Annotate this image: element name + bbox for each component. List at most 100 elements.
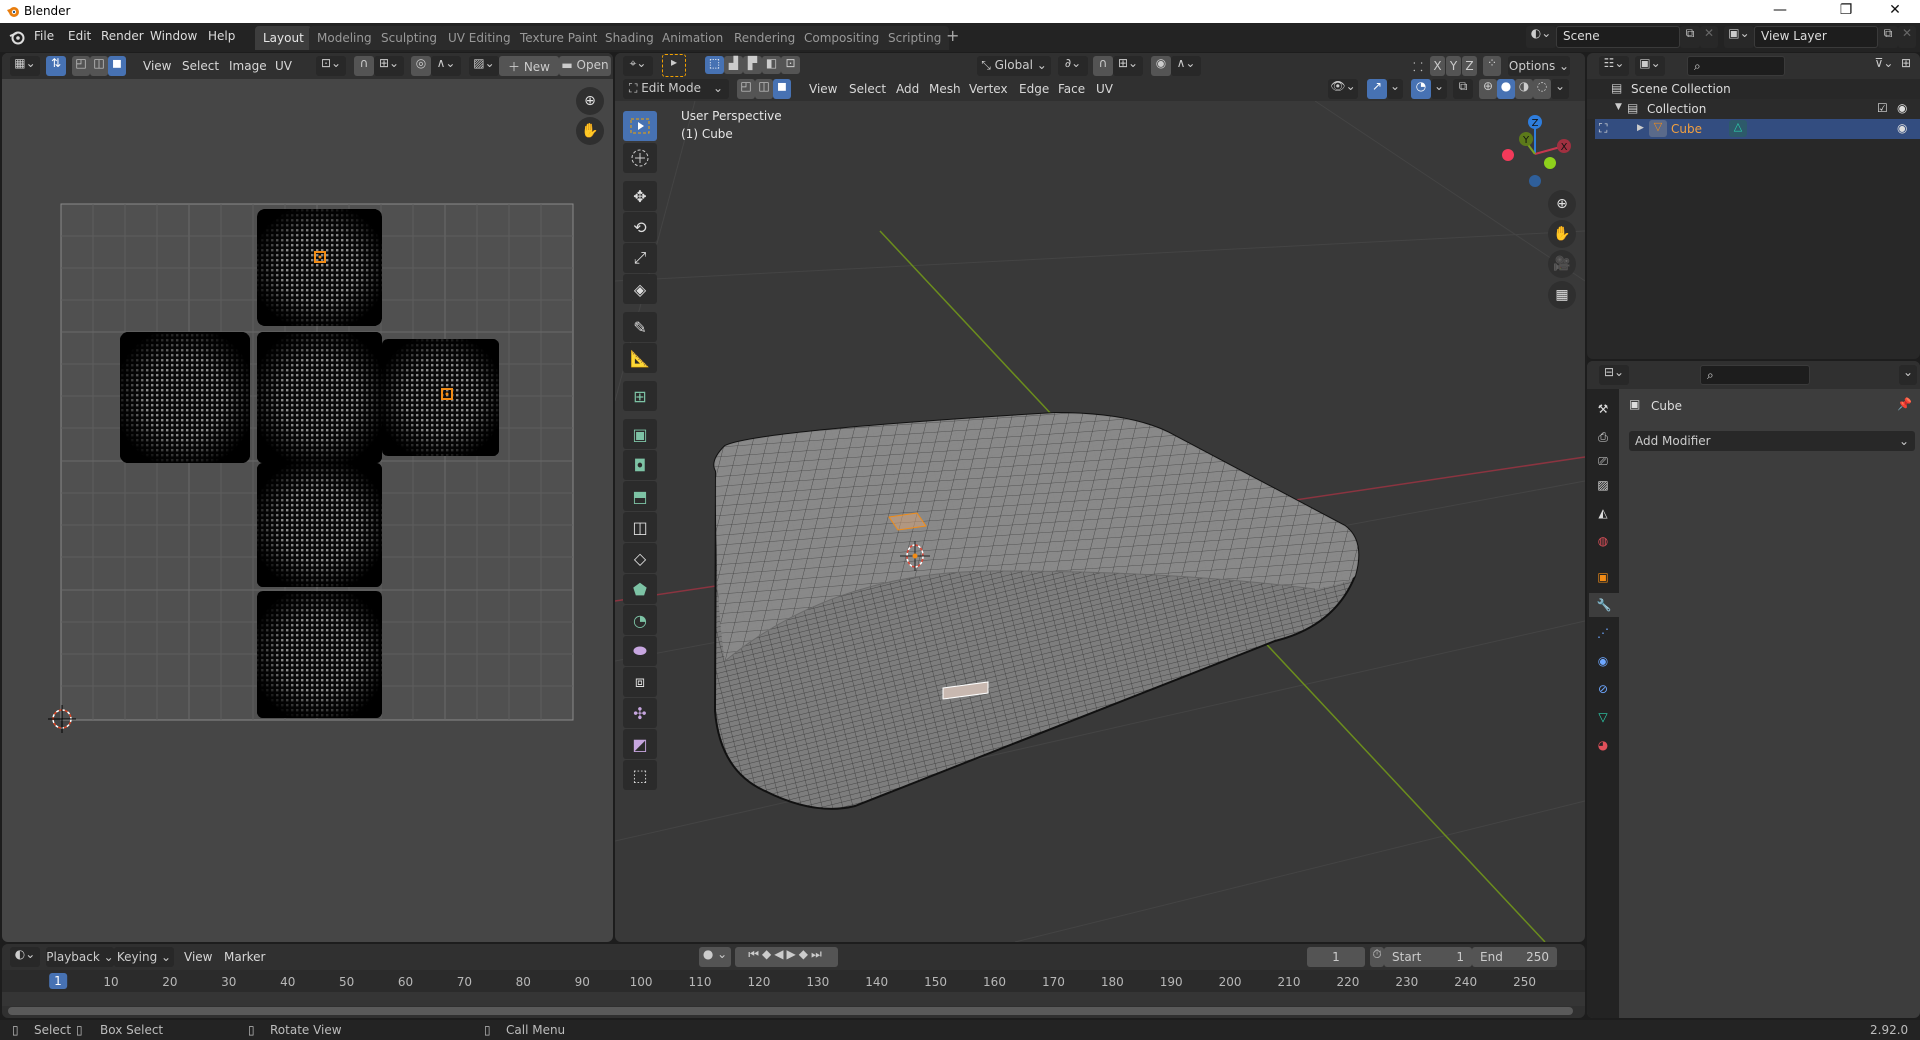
tool-extrude[interactable]: ▣ [623, 419, 657, 449]
shading-dropdown[interactable]: ⌄ [1551, 79, 1569, 99]
shading-solid[interactable]: ● [1497, 79, 1515, 99]
menu-edit[interactable]: Edit [68, 29, 91, 43]
new-collection-button[interactable]: ⊞ [1897, 56, 1915, 76]
cube-mesh[interactable] [713, 411, 1360, 810]
tool-knife[interactable]: ◇ [623, 543, 657, 573]
tab-tool[interactable]: ⚒ [1591, 397, 1615, 421]
tab-rendering[interactable]: Rendering [726, 26, 804, 50]
shading-material[interactable]: ◑ [1515, 79, 1533, 99]
gizmo-toggle[interactable]: ↗ [1367, 79, 1387, 99]
timeline-ruler[interactable]: 1 10 20 30 40 50 60 70 80 90 100 110 120 130 140 150 160… [2, 970, 1585, 992]
tool-measure[interactable]: 📐 [623, 343, 657, 373]
new-view-layer-button[interactable]: ⧉ [1878, 26, 1898, 48]
play-icon[interactable]: ▶ [787, 947, 799, 961]
pan-view-button[interactable]: ✋ [576, 117, 604, 145]
shading-wireframe[interactable]: ⊕ [1479, 79, 1497, 99]
next-keyframe-icon[interactable]: ◆ [799, 947, 811, 961]
tab-output[interactable]: ⎚ [1591, 449, 1615, 473]
proportional-falloff-button[interactable]: ∧⌄ [1171, 56, 1201, 76]
vertex-select-mode[interactable]: ◰ [737, 79, 755, 99]
tab-scene[interactable]: ◭ [1591, 501, 1615, 525]
camera-view-button[interactable]: 🎥 [1548, 250, 1576, 278]
tab-modeling[interactable]: Modeling [309, 26, 380, 50]
tool-poly-build[interactable]: ⬟ [623, 574, 657, 604]
menu-window[interactable]: Window [150, 29, 197, 43]
snap-target-button[interactable]: ⊞⌄ [1113, 56, 1143, 76]
tool-loop-cut[interactable]: ◫ [623, 512, 657, 542]
new-scene-button[interactable]: ⧉ [1680, 26, 1700, 48]
pan-view-button[interactable]: ✋ [1548, 220, 1576, 248]
proportional-edit-toggle[interactable]: ◎ [411, 56, 431, 76]
zoom-view-button[interactable]: ⊕ [576, 87, 604, 115]
tab-scripting[interactable]: Scripting [880, 26, 950, 50]
maximize-button[interactable]: ❐ [1826, 2, 1866, 18]
snap-target-button[interactable]: ⊞⌄ [374, 56, 404, 76]
viewport-menu-mesh[interactable]: Mesh [929, 82, 961, 96]
close-button[interactable]: ✕ [1875, 2, 1915, 18]
scene-name-field[interactable]: Scene [1556, 26, 1680, 48]
exclude-checkbox[interactable]: ☑ [1877, 101, 1888, 115]
outliner-row-scene-collection[interactable]: ▤ Scene Collection [1587, 79, 1920, 99]
xray-toggle[interactable]: ⧉ [1453, 79, 1473, 99]
select-mode-invert[interactable]: ◧ [762, 56, 781, 74]
topology-mirror-toggle[interactable]: ⁘ [1483, 56, 1501, 76]
viewport-menu-face[interactable]: Face [1058, 82, 1085, 96]
zoom-view-button[interactable]: ⊕ [1548, 190, 1576, 218]
overlays-dropdown[interactable]: ⌄ [1431, 79, 1447, 99]
jump-start-icon[interactable]: ⏮ [748, 947, 762, 961]
tool-add-cube[interactable]: ⊞ [623, 381, 657, 411]
tab-animation[interactable]: Animation [654, 26, 732, 50]
start-frame-field[interactable]: Start 1 [1384, 947, 1472, 967]
display-mode-button[interactable]: ▣⌄ [1635, 56, 1665, 76]
tool-annotate[interactable]: ✎ [623, 312, 657, 342]
tool-scale[interactable]: ⤢ [623, 243, 657, 273]
new-image-button[interactable]: ＋ New [499, 56, 559, 76]
use-preview-range-toggle[interactable]: ⏱ [1370, 947, 1384, 967]
tool-rip-region[interactable]: ⬚ [623, 760, 657, 790]
tool-cursor[interactable] [623, 143, 657, 173]
viewport-menu-uv[interactable]: UV [1096, 82, 1113, 96]
tool-shear[interactable]: ◩ [623, 729, 657, 759]
shading-rendered[interactable]: ◌ [1533, 79, 1551, 99]
select-mode-intersect[interactable]: ⊡ [781, 56, 800, 74]
tool-bevel[interactable]: ⬒ [623, 481, 657, 511]
outliner-row-collection[interactable]: ▼ ▤ Collection ☑ ◉ [1587, 99, 1920, 119]
editor-type-button[interactable]: ⌖⌄ [623, 56, 653, 76]
viewport-menu-select[interactable]: Select [849, 82, 886, 96]
editor-type-button[interactable]: ☷⌄ [1599, 56, 1629, 76]
tab-shading[interactable]: Shading [597, 26, 662, 50]
delete-scene-button[interactable]: ✕ [1700, 26, 1718, 48]
viewport-canvas[interactable] [615, 101, 1585, 942]
tool-spin[interactable]: ◔ [623, 605, 657, 635]
select-mode-new[interactable]: ⬚ [705, 56, 724, 74]
edge-select-mode[interactable]: ◫ [755, 79, 773, 99]
overlays-toggle[interactable]: ◔ [1411, 79, 1431, 99]
mirror-y-toggle[interactable]: Y [1446, 56, 1461, 76]
tab-mesh-data[interactable]: ▽ [1591, 705, 1615, 729]
current-frame-field[interactable]: 1 [1307, 947, 1365, 967]
toggle-perspective-button[interactable]: ▦ [1548, 281, 1576, 309]
2d-cursor-icon[interactable] [46, 703, 78, 735]
tab-texture-paint[interactable]: Texture Paint [512, 26, 606, 50]
view-layer-name-field[interactable]: View Layer [1754, 26, 1878, 48]
view-layer-browse-button[interactable]: ▣⌄ [1724, 26, 1754, 48]
mirror-x-toggle[interactable]: X [1430, 56, 1445, 76]
properties-options-dropdown[interactable]: ⌄ [1899, 365, 1917, 385]
uv-menu-view[interactable]: View [143, 59, 171, 73]
tab-compositing[interactable]: Compositing [796, 26, 888, 50]
tool-smooth[interactable]: ⬬ [623, 636, 657, 666]
viewport-menu-vertex[interactable]: Vertex [969, 82, 1008, 96]
viewport-menu-add[interactable]: Add [896, 82, 919, 96]
eye-icon[interactable]: ◉ [1897, 101, 1907, 115]
transform-pivot-button[interactable]: ∂⌄ [1058, 56, 1088, 76]
pivot-point-button[interactable]: ⊡⌄ [316, 56, 346, 76]
options-dropdown[interactable]: Options ⌄ [1508, 56, 1570, 76]
tab-layout[interactable]: Layout [255, 26, 312, 50]
properties-search-field[interactable]: ⌕ [1700, 365, 1810, 385]
editor-type-button[interactable]: ◐⌄ [10, 947, 40, 967]
mode-dropdown[interactable]: ⛶ Edit Mode ⌄ [623, 79, 729, 99]
tool-shrink-fatten[interactable]: ✣ [623, 698, 657, 728]
tool-edge-slide[interactable]: ⧈ [623, 667, 657, 697]
gizmo-dropdown[interactable]: ⌄ [1387, 79, 1403, 99]
keying-dropdown[interactable]: Keying ⌄ [114, 947, 174, 967]
